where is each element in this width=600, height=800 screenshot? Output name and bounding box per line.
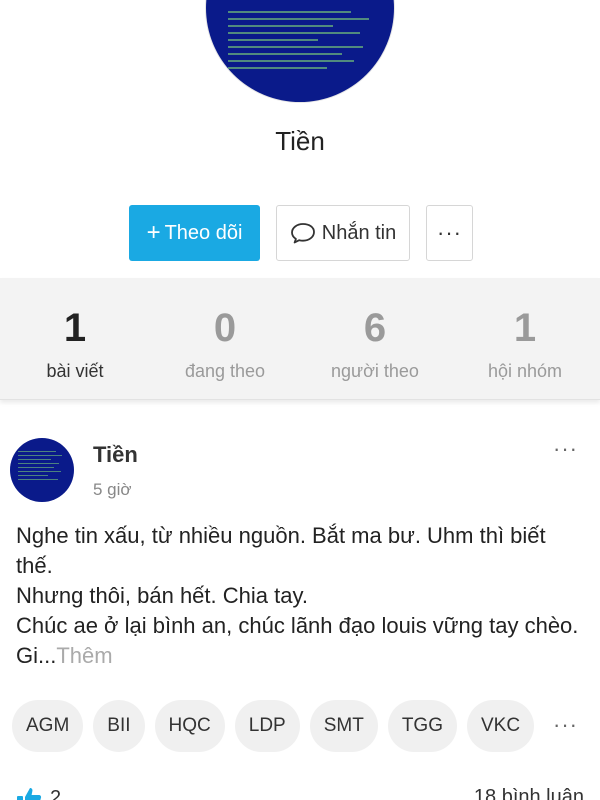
stat-label: bài viết: [46, 361, 104, 381]
tag-smt[interactable]: SMT: [309, 700, 378, 752]
post-author-name[interactable]: Tiền: [93, 442, 138, 468]
stat-label: đang theo: [184, 361, 266, 381]
thumbs-up-icon: [17, 788, 42, 800]
more-options-button[interactable]: ···: [426, 205, 473, 261]
tag-vkc[interactable]: VKC: [467, 700, 535, 752]
post-timestamp: 5 giờ: [93, 480, 132, 499]
profile-actions: + Theo dõi Nhắn tin ···: [129, 205, 473, 261]
message-label: Nhắn tin: [321, 221, 397, 244]
post-line: Nghe tin xấu, từ nhiều nguồn. Bắt ma bư.…: [16, 523, 546, 578]
profile-avatar[interactable]: [206, 0, 394, 102]
stat-count: 1: [63, 306, 87, 350]
profile-header: Tiền + Theo dõi Nhắn tin ···: [0, 0, 600, 278]
post-line: Chúc ae ở lại bình an, chúc lãnh đạo lou…: [16, 611, 586, 671]
stat-label: người theo: [331, 361, 419, 381]
stat-count: 0: [213, 306, 237, 350]
tag-agm[interactable]: AGM: [12, 700, 84, 752]
message-button[interactable]: Nhắn tin: [276, 205, 410, 261]
see-more-link[interactable]: Thêm: [56, 643, 112, 668]
post-more-button[interactable]: ···: [553, 436, 578, 462]
stat-count: 6: [363, 306, 387, 350]
post-author-avatar[interactable]: [10, 438, 74, 502]
post-card: Tiền 5 giờ ··· Nghe tin xấu, từ nhiều ng…: [0, 418, 600, 800]
stat-following[interactable]: 0 đang theo: [150, 278, 300, 399]
stat-posts[interactable]: 1 bài viết: [0, 278, 150, 399]
stat-followers[interactable]: 6 người theo: [300, 278, 450, 399]
chat-bubble-icon: [290, 223, 315, 244]
like-count[interactable]: 2: [16, 786, 61, 800]
stock-tags: AGM BII HQC LDP SMT TGG VKC: [12, 700, 535, 752]
avatar-image: [228, 6, 378, 74]
tag-bii[interactable]: BII: [93, 700, 145, 752]
profile-page: Tiền + Theo dõi Nhắn tin ··· 1 bài viết …: [0, 0, 600, 800]
follow-label: Theo dõi: [164, 221, 243, 244]
post-line: Nhưng thôi, bán hết. Chia tay.: [16, 583, 308, 608]
comment-count[interactable]: 18 bình luận: [474, 786, 584, 800]
stat-label: hội nhóm: [487, 361, 563, 381]
stat-groups[interactable]: 1 hội nhóm: [450, 278, 600, 399]
plus-icon: +: [146, 219, 161, 246]
follow-button[interactable]: + Theo dõi: [129, 205, 260, 261]
stat-count: 1: [513, 306, 537, 350]
tag-ldp[interactable]: LDP: [234, 700, 300, 752]
tag-hqc[interactable]: HQC: [154, 700, 225, 752]
tags-more-button[interactable]: ···: [553, 712, 578, 738]
profile-stats: 1 bài viết 0 đang theo 6 người theo 1 hộ…: [0, 278, 600, 400]
avatar-image: [18, 448, 66, 483]
tag-tgg[interactable]: TGG: [387, 700, 457, 752]
post-body: Nghe tin xấu, từ nhiều nguồn. Bắt ma bư.…: [16, 521, 586, 671]
like-count-text: 2: [50, 786, 62, 800]
profile-name: Tiền: [275, 126, 325, 156]
